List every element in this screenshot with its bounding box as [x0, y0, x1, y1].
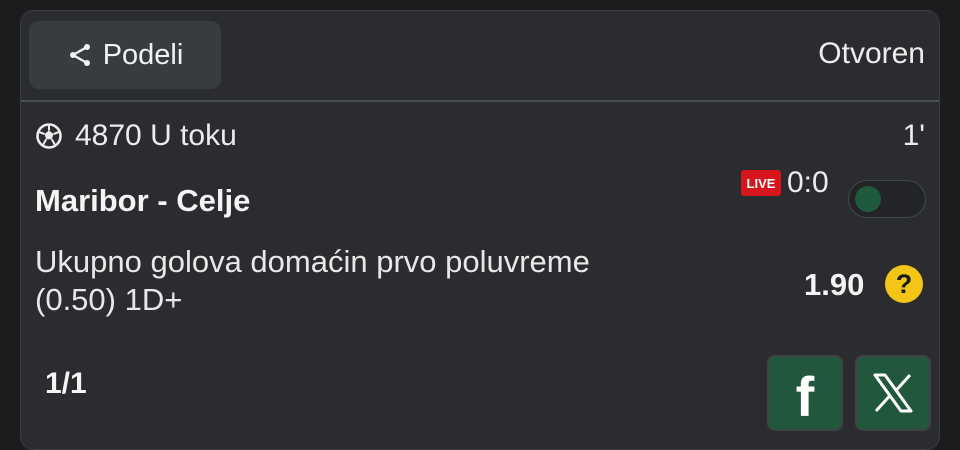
facebook-icon: f: [795, 365, 815, 428]
toggle-knob: [855, 186, 881, 212]
facebook-share-button[interactable]: f: [767, 355, 843, 431]
live-toggle[interactable]: [848, 180, 926, 218]
soccer-ball-icon: [36, 123, 62, 149]
event-info: 4870 U toku: [35, 119, 237, 153]
ticket-counter: 1/1: [45, 367, 87, 400]
live-badge: LIVE: [741, 170, 781, 196]
match-score: 0:0: [787, 166, 829, 199]
share-icon: [69, 44, 90, 66]
match-teams: Maribor - Celje: [35, 183, 251, 218]
match-minute: 1': [902, 119, 925, 152]
card-header: Podeli Otvoren: [21, 11, 939, 100]
bet-market: Ukupno golova domaćin prvo poluvreme (0.…: [35, 243, 735, 319]
share-button[interactable]: Podeli: [29, 21, 221, 89]
bet-odd: 1.90: [804, 267, 865, 302]
market-line-1: Ukupno golova domaćin prvo poluvreme: [35, 244, 590, 279]
help-icon[interactable]: ?: [885, 265, 923, 303]
bet-card: Podeli Otvoren 4870 U toku 1' Maribor - …: [20, 10, 940, 450]
x-icon: [873, 373, 913, 413]
event-id-status: 4870 U toku: [75, 119, 237, 152]
market-line-2: (0.50) 1D+: [35, 282, 183, 317]
header-divider: [21, 100, 939, 102]
x-share-button[interactable]: [855, 355, 931, 431]
ticket-status: Otvoren: [818, 37, 925, 70]
share-label: Podeli: [102, 38, 184, 71]
